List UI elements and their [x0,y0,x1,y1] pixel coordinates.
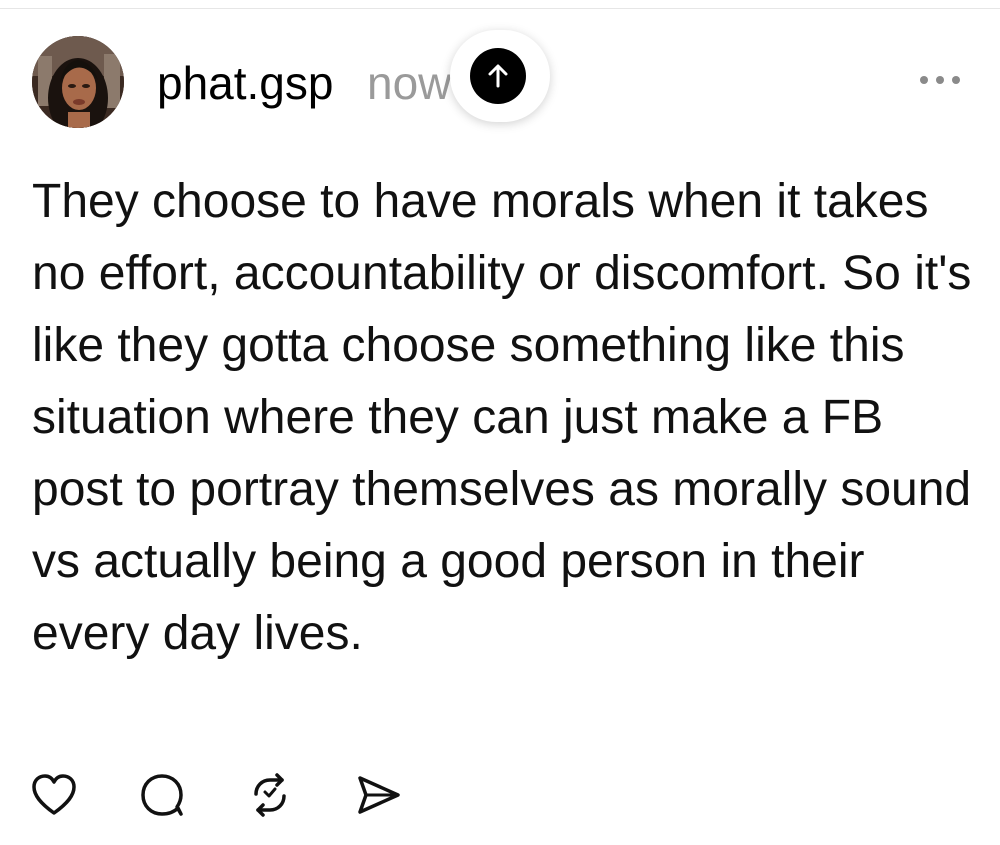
post-body-text: They choose to have morals when it takes… [32,175,972,660]
more-horizontal-icon [920,76,960,84]
top-divider [0,8,1000,9]
like-button[interactable] [30,768,138,822]
avatar-image [32,36,124,128]
avatar[interactable] [32,36,124,128]
send-icon [358,776,400,814]
arrow-up-icon [488,64,508,88]
more-options-button[interactable] [912,62,968,98]
reply-button[interactable] [138,768,246,822]
repost-icon [254,773,286,817]
repost-button[interactable] [246,768,354,822]
thread-post: phat.gsp now They choose to have morals … [0,0,1000,845]
heart-icon [32,774,76,815]
share-button[interactable] [354,768,462,822]
username[interactable]: phat.gsp [157,56,333,110]
comment-icon [141,774,183,816]
post-actions [30,768,462,822]
scroll-to-top-button[interactable] [470,48,526,104]
timestamp: now [367,57,452,109]
